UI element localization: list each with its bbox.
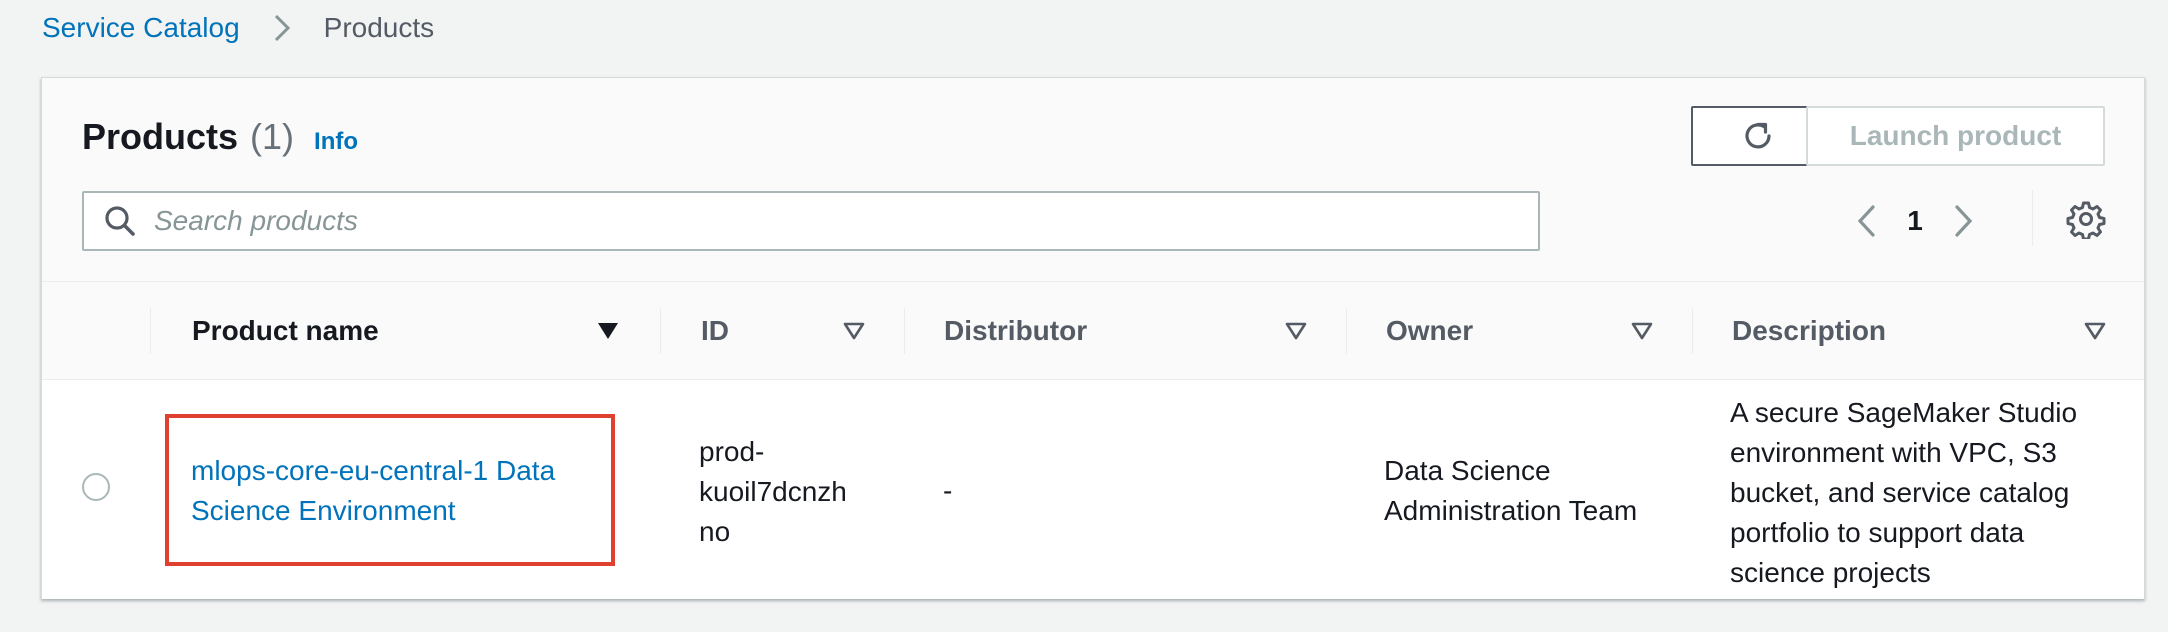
products-table-container: Products (1) Info Launch product 1 <box>41 77 2145 599</box>
info-link[interactable]: Info <box>314 128 358 156</box>
products-count: (1) <box>250 116 295 157</box>
product-id-cell: prod- kuoil7dcnzh no <box>699 432 869 552</box>
refresh-button[interactable] <box>1691 106 1825 166</box>
breadcrumb: Service Catalog Products <box>42 8 434 48</box>
column-header-product-name[interactable]: Product name <box>192 282 379 379</box>
chevron-left-icon[interactable] <box>1848 201 1888 241</box>
caret-down-outline-icon[interactable] <box>1631 322 1653 340</box>
caret-down-outline-icon[interactable] <box>2084 322 2106 340</box>
column-header-label: Distributor <box>944 314 1088 346</box>
breadcrumb-current-products: Products <box>323 12 435 43</box>
column-header-distributor[interactable]: Distributor <box>944 282 1087 379</box>
table-column-headers: Product name ID Distributor Owner Descri… <box>42 282 2144 380</box>
distributor-cell: - <box>943 475 953 506</box>
column-divider <box>1346 308 1347 354</box>
page-title: Products (1) Info <box>82 116 358 158</box>
search-input[interactable] <box>152 204 1456 238</box>
chevron-right-icon[interactable] <box>1942 201 1982 241</box>
search-box <box>82 191 1540 251</box>
column-header-description[interactable]: Description <box>1732 282 1886 379</box>
chevron-right-icon <box>274 14 290 42</box>
breadcrumb-link-service-catalog[interactable]: Service Catalog <box>42 12 240 44</box>
row-select-radio[interactable] <box>82 473 110 501</box>
refresh-icon <box>1745 122 1771 149</box>
column-header-owner[interactable]: Owner <box>1386 282 1473 379</box>
column-header-label: Owner <box>1386 314 1474 346</box>
table-header-panel: Products (1) Info Launch product 1 <box>42 78 2144 282</box>
pager-divider <box>2032 190 2033 246</box>
column-divider <box>150 308 151 354</box>
column-header-label: ID <box>701 314 729 346</box>
column-header-label: Product name <box>192 314 379 346</box>
column-header-label: Description <box>1732 314 1887 346</box>
gear-icon[interactable] <box>2066 199 2106 239</box>
caret-down-filled-icon[interactable] <box>597 322 619 340</box>
description-cell: A secure SageMaker Studio environment wi… <box>1730 397 2078 588</box>
launch-product-button[interactable]: Launch product <box>1806 106 2105 166</box>
page-number[interactable]: 1 <box>1888 205 1942 237</box>
page-title-text: Products <box>82 116 239 157</box>
owner-cell: Data Science Administration Team <box>1384 455 1638 526</box>
column-header-id[interactable]: ID <box>701 282 729 379</box>
pagination: 1 <box>1848 196 1982 246</box>
product-id-line: kuoil7dcnzh <box>699 476 847 507</box>
table-row: mlops-core-eu-central-1 Data Science Env… <box>42 380 2144 599</box>
column-divider <box>904 308 905 354</box>
search-icon <box>105 206 135 236</box>
product-id-line: no <box>699 516 731 547</box>
product-name-link[interactable]: mlops-core-eu-central-1 Data Science Env… <box>191 451 591 531</box>
caret-down-outline-icon[interactable] <box>843 322 865 340</box>
column-divider <box>1692 308 1693 354</box>
caret-down-outline-icon[interactable] <box>1285 322 1307 340</box>
column-divider <box>660 308 661 354</box>
product-id-line: prod- <box>699 436 765 467</box>
